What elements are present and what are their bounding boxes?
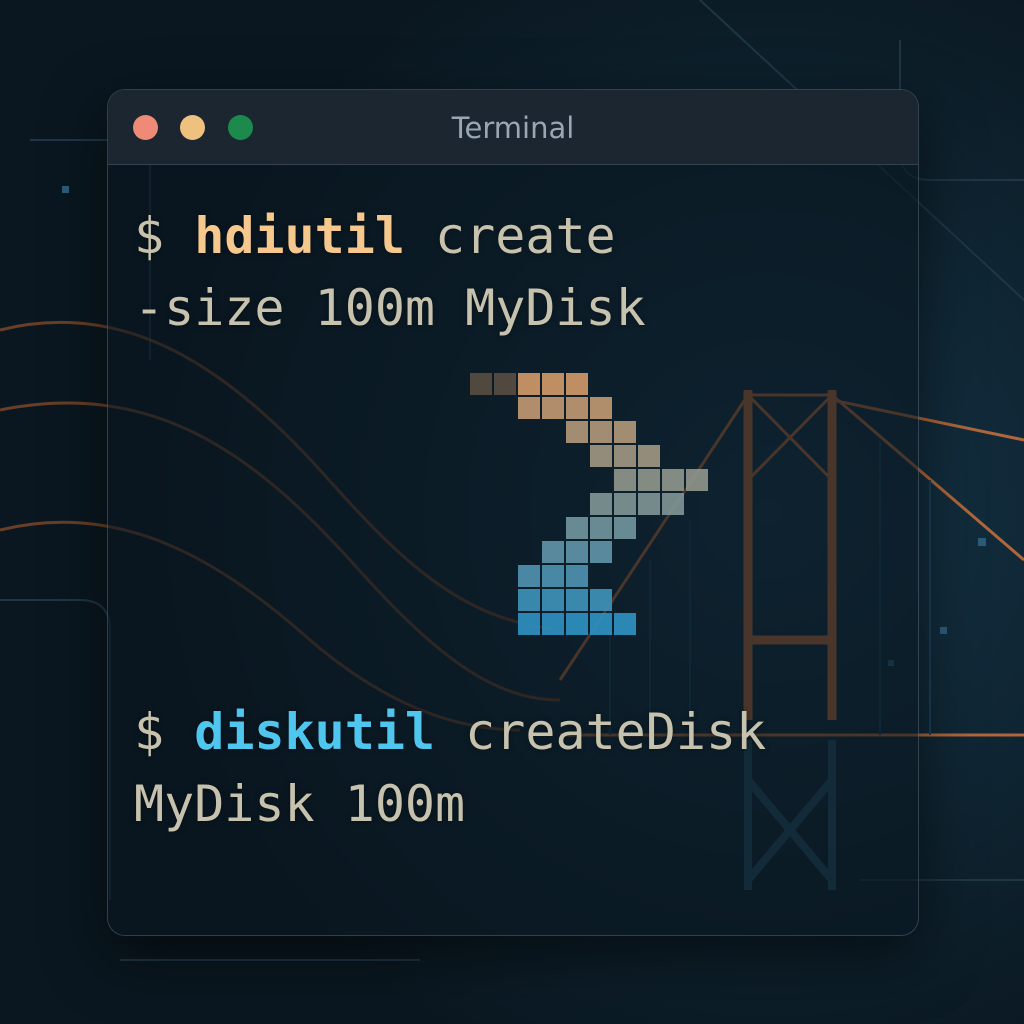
arrow-pixel [614,469,636,491]
arrow-pixel [518,613,540,635]
arrow-pixel [542,589,564,611]
arrow-pixel [590,589,612,611]
command-args-continued: MyDisk 100m [134,775,466,833]
arrow-pixel [518,565,540,587]
prompt-symbol: $ [134,207,165,265]
arrow-pixel [590,421,612,443]
arrow-pixel [542,541,564,563]
arrow-pixel [590,493,612,515]
arrow-pixel [566,613,588,635]
arrow-pixel [494,373,516,395]
arrow-pixel [662,469,684,491]
arrow-pixel [566,397,588,419]
arrow-pixel [614,421,636,443]
arrow-pixel [518,373,540,395]
command-diskutil: $ diskutil createDisk MyDisk 100m [134,696,766,840]
arrow-pixel [638,445,660,467]
command-args: createDisk [465,703,767,761]
command-hdiutil: $ hdiutil create -size 100m MyDisk [134,200,646,344]
arrow-pixel [614,613,636,635]
arrow-pixel [590,517,612,539]
arrow-pixel [614,445,636,467]
arrow-pixel [662,493,684,515]
arrow-pixel [470,373,492,395]
arrow-pixel [590,445,612,467]
arrow-pixel [542,373,564,395]
arrow-pixel [566,589,588,611]
arrow-pixel [638,493,660,515]
arrow-pixel [566,541,588,563]
arrow-pixel [542,565,564,587]
terminal-window: Terminal $ hdiutil create -size 100m MyD… [107,89,919,936]
arrow-pixel [542,613,564,635]
prompt-symbol: $ [134,703,165,761]
arrow-pixel [638,469,660,491]
command-args-continued: -size 100m MyDisk [134,279,646,337]
arrow-pixel [566,517,588,539]
arrow-pixel [518,397,540,419]
arrow-pixel [542,397,564,419]
arrow-pixel [518,589,540,611]
arrow-pixel [590,397,612,419]
arrow-pixel [590,613,612,635]
command-args: create [435,207,616,265]
command-name: hdiutil [194,207,405,265]
arrow-pixel [614,493,636,515]
arrow-pixel [686,469,708,491]
arrow-pixel [566,565,588,587]
arrow-pixel [566,421,588,443]
arrow-pixel [590,541,612,563]
command-name: diskutil [194,703,436,761]
arrow-pixel [566,373,588,395]
arrow-pixel [614,517,636,539]
